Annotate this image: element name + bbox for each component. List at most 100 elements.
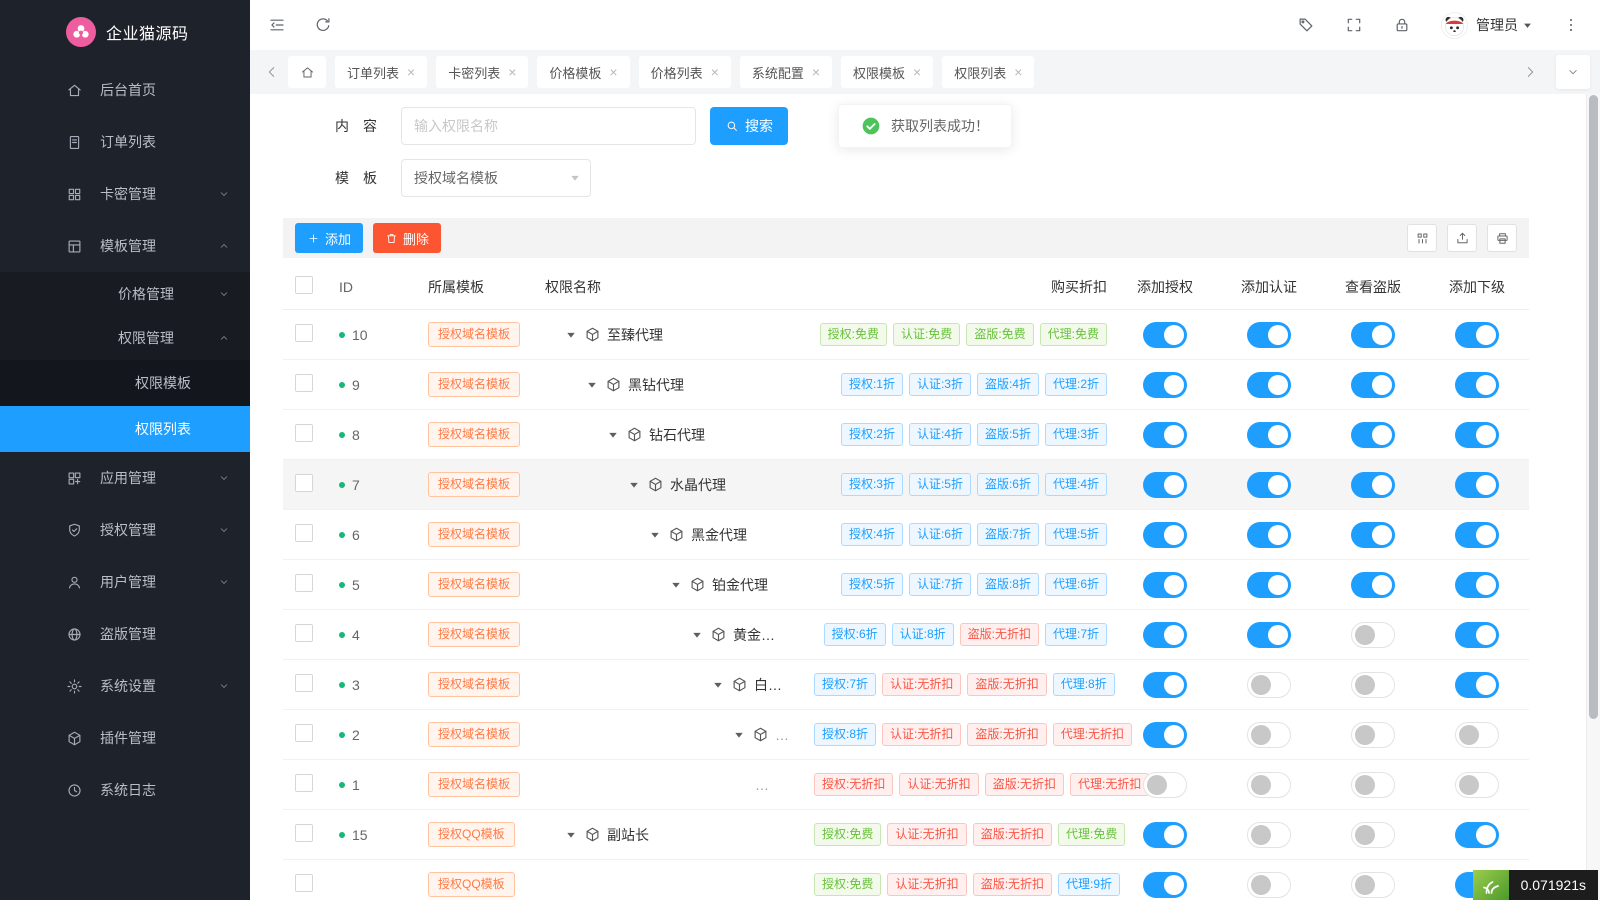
sidebar-item-1[interactable]: 订单列表 — [0, 116, 250, 168]
row-checkbox[interactable] — [295, 774, 313, 792]
print-button[interactable] — [1487, 224, 1517, 252]
toggle-add-subordinate[interactable] — [1455, 672, 1499, 698]
toggle-add-subordinate[interactable] — [1455, 722, 1499, 748]
tab-close-icon[interactable]: × — [508, 65, 516, 79]
tab-item-5[interactable]: 系统配置× — [740, 56, 832, 88]
row-checkbox[interactable] — [295, 474, 313, 492]
sidebar-item-0[interactable]: 后台首页 — [0, 64, 250, 116]
row-checkbox[interactable] — [295, 674, 313, 692]
toggle-add-subordinate[interactable] — [1455, 322, 1499, 348]
tree-collapse-icon[interactable] — [692, 630, 702, 640]
toggle-add-authorization[interactable] — [1143, 722, 1187, 748]
toggle-add-subordinate[interactable] — [1455, 472, 1499, 498]
tab-close-icon[interactable]: × — [913, 65, 921, 79]
more-menu-icon[interactable] — [1562, 16, 1580, 34]
template-select[interactable]: 授权域名模板 — [401, 159, 591, 197]
toggle-view-piracy[interactable] — [1351, 872, 1395, 898]
tab-close-icon[interactable]: × — [711, 65, 719, 79]
toggle-add-subordinate[interactable] — [1455, 372, 1499, 398]
row-checkbox[interactable] — [295, 724, 313, 742]
toggle-add-certification[interactable] — [1247, 672, 1291, 698]
toggle-view-piracy[interactable] — [1351, 622, 1395, 648]
toggle-view-piracy[interactable] — [1351, 722, 1395, 748]
toggle-add-certification[interactable] — [1247, 422, 1291, 448]
sidebar-item-9[interactable]: 授权管理 — [0, 504, 250, 556]
toggle-view-piracy[interactable] — [1351, 372, 1395, 398]
row-checkbox[interactable] — [295, 424, 313, 442]
tree-collapse-icon[interactable] — [650, 530, 660, 540]
tab-home[interactable] — [288, 56, 326, 88]
lock-icon[interactable] — [1393, 16, 1411, 34]
tree-collapse-icon[interactable] — [566, 830, 576, 840]
toggle-add-authorization[interactable] — [1143, 372, 1187, 398]
collapse-sidebar-icon[interactable] — [268, 16, 286, 34]
toggle-add-subordinate[interactable] — [1455, 522, 1499, 548]
toggle-view-piracy[interactable] — [1351, 572, 1395, 598]
row-checkbox[interactable] — [295, 524, 313, 542]
refresh-icon[interactable] — [314, 16, 332, 34]
tabs-dropdown-button[interactable] — [1556, 55, 1590, 89]
sidebar-item-12[interactable]: 系统设置 — [0, 660, 250, 712]
toggle-add-authorization[interactable] — [1143, 822, 1187, 848]
add-button[interactable]: 添加 — [295, 223, 363, 253]
toggle-add-authorization[interactable] — [1143, 672, 1187, 698]
toggle-view-piracy[interactable] — [1351, 472, 1395, 498]
sidebar-item-7[interactable]: 权限列表 — [0, 406, 250, 452]
sidebar-item-4[interactable]: 价格管理 — [0, 272, 250, 316]
tab-close-icon[interactable]: × — [812, 65, 820, 79]
toggle-add-certification[interactable] — [1247, 472, 1291, 498]
tab-item-7[interactable]: 权限列表× — [942, 56, 1034, 88]
tree-collapse-icon[interactable] — [629, 480, 639, 490]
toggle-add-subordinate[interactable] — [1455, 822, 1499, 848]
tab-item-2[interactable]: 卡密列表× — [436, 56, 528, 88]
toggle-add-authorization[interactable] — [1143, 872, 1187, 898]
tab-item-4[interactable]: 价格列表× — [639, 56, 731, 88]
row-checkbox[interactable] — [295, 374, 313, 392]
sidebar-item-11[interactable]: 盗版管理 — [0, 608, 250, 660]
export-button[interactable] — [1447, 224, 1477, 252]
toggle-add-authorization[interactable] — [1143, 472, 1187, 498]
toggle-add-certification[interactable] — [1247, 872, 1291, 898]
tree-collapse-icon[interactable] — [734, 730, 744, 740]
avatar[interactable] — [1441, 12, 1468, 39]
tabs-scroll-left-icon[interactable] — [264, 64, 280, 80]
toggle-view-piracy[interactable] — [1351, 522, 1395, 548]
tree-collapse-icon[interactable] — [713, 680, 723, 690]
toggle-add-subordinate[interactable] — [1455, 422, 1499, 448]
columns-filter-button[interactable] — [1407, 224, 1437, 252]
tabs-scroll-right-icon[interactable] — [1522, 64, 1538, 80]
scrollbar-thumb[interactable] — [1589, 95, 1598, 719]
toggle-view-piracy[interactable] — [1351, 772, 1395, 798]
tag-icon[interactable] — [1297, 16, 1315, 34]
row-checkbox[interactable] — [295, 574, 313, 592]
toggle-add-certification[interactable] — [1247, 322, 1291, 348]
toggle-add-authorization[interactable] — [1143, 422, 1187, 448]
sidebar-item-5[interactable]: 权限管理 — [0, 316, 250, 360]
toggle-add-subordinate[interactable] — [1455, 622, 1499, 648]
tab-close-icon[interactable]: × — [609, 65, 617, 79]
tree-collapse-icon[interactable] — [566, 330, 576, 340]
toggle-add-authorization[interactable] — [1143, 322, 1187, 348]
tree-collapse-icon[interactable] — [587, 380, 597, 390]
row-checkbox[interactable] — [295, 624, 313, 642]
toggle-view-piracy[interactable] — [1351, 422, 1395, 448]
sidebar-item-8[interactable]: 应用管理 — [0, 452, 250, 504]
toggle-add-certification[interactable] — [1247, 572, 1291, 598]
toggle-add-authorization[interactable] — [1143, 572, 1187, 598]
toggle-add-certification[interactable] — [1247, 522, 1291, 548]
row-checkbox[interactable] — [295, 874, 313, 892]
tab-close-icon[interactable]: × — [1014, 65, 1022, 79]
toggle-add-certification[interactable] — [1247, 722, 1291, 748]
tab-item-6[interactable]: 权限模板× — [841, 56, 933, 88]
row-checkbox[interactable] — [295, 824, 313, 842]
user-caret-down-icon[interactable] — [1523, 21, 1532, 30]
sidebar-item-6[interactable]: 权限模板 — [0, 360, 250, 406]
sidebar-item-2[interactable]: 卡密管理 — [0, 168, 250, 220]
delete-button[interactable]: 删除 — [373, 223, 441, 253]
permission-name-input[interactable] — [401, 107, 696, 145]
tree-collapse-icon[interactable] — [608, 430, 618, 440]
toggle-add-certification[interactable] — [1247, 822, 1291, 848]
tab-close-icon[interactable]: × — [407, 65, 415, 79]
tab-item-1[interactable]: 订单列表× — [335, 56, 427, 88]
toggle-add-certification[interactable] — [1247, 622, 1291, 648]
